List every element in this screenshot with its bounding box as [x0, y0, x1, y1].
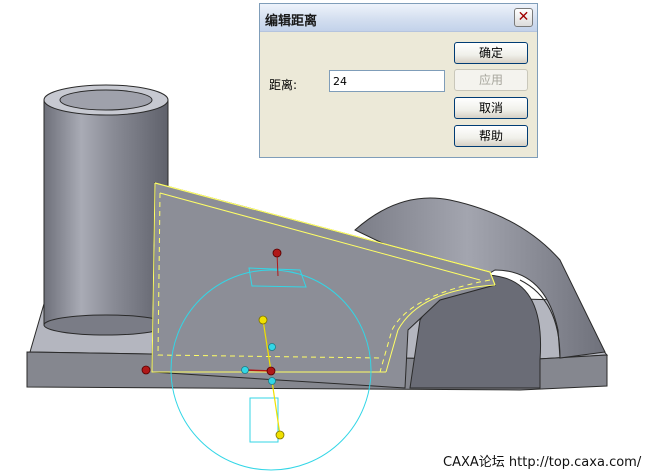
distance-input[interactable]	[329, 70, 445, 92]
watermark: CAXA论坛 http://top.caxa.com/	[443, 455, 642, 470]
center-handle[interactable]	[266, 366, 276, 376]
cyan-handle-upper[interactable]	[268, 343, 276, 351]
ok-button[interactable]: 确定	[454, 42, 528, 64]
distance-label: 距离:	[269, 78, 298, 92]
left-handle[interactable]	[141, 365, 151, 375]
dialog-title: 编辑距离	[265, 14, 318, 29]
top-handle[interactable]	[272, 248, 282, 258]
cyan-handle-lower[interactable]	[268, 377, 276, 385]
yellow-handle-bottom[interactable]	[275, 430, 285, 440]
dialog-titlebar[interactable]: 编辑距离 ✕	[260, 4, 537, 32]
edit-distance-dialog: 编辑距离 ✕ 距离: 确定 应用 取消 帮助	[259, 3, 538, 158]
cylinder-feature	[43, 84, 169, 336]
apply-button[interactable]: 应用	[454, 69, 528, 91]
cyan-handle-left[interactable]	[241, 366, 249, 374]
close-icon[interactable]: ✕	[514, 8, 533, 27]
cancel-button[interactable]: 取消	[454, 97, 528, 119]
yellow-handle-top[interactable]	[258, 315, 268, 325]
bottom-plane-icon	[249, 397, 279, 443]
help-button[interactable]: 帮助	[454, 125, 528, 147]
